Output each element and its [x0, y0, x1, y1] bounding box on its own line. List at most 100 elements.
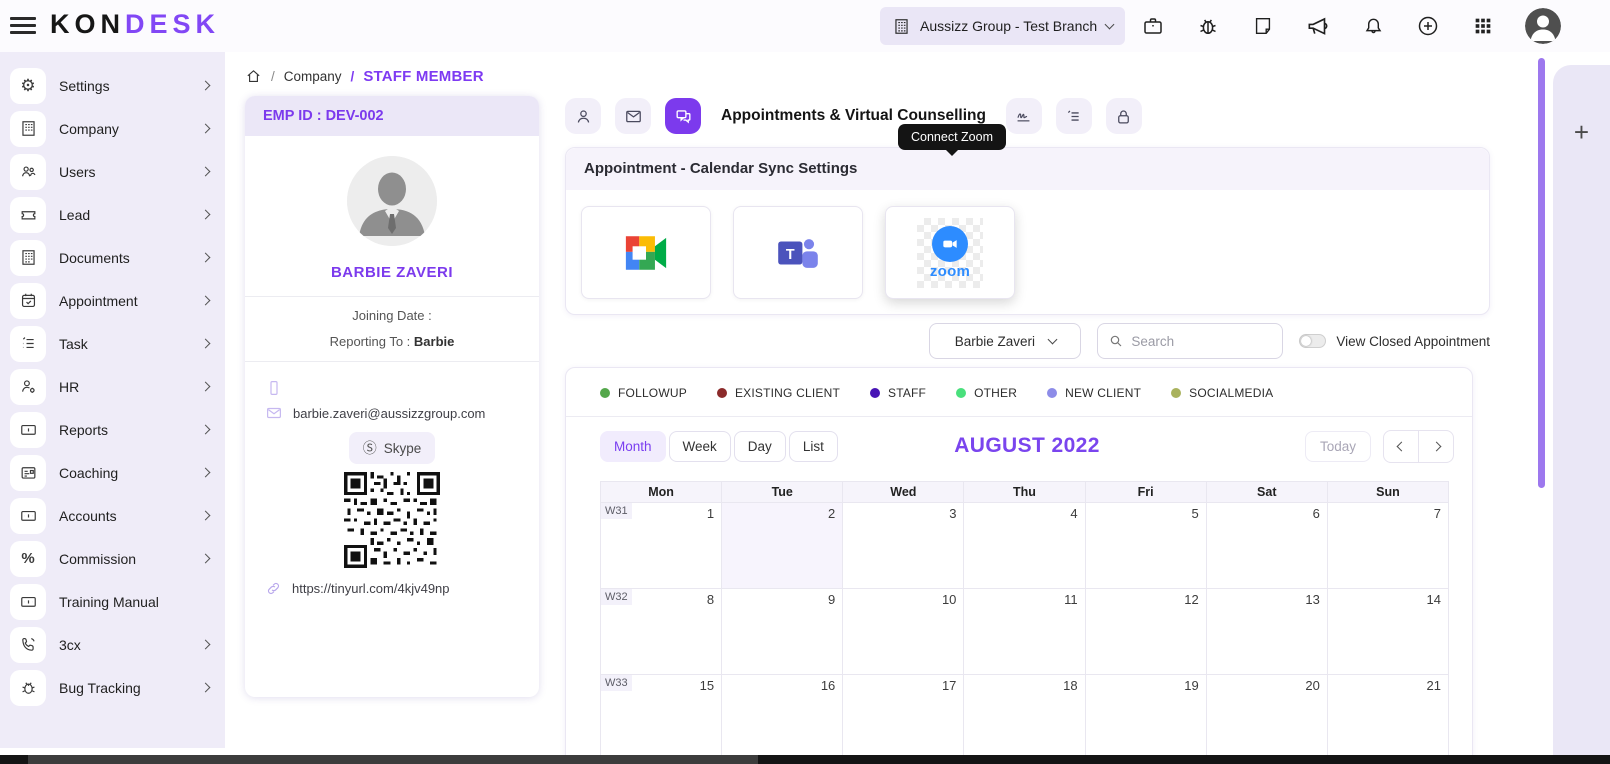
sidebar-item-3cx[interactable]: 3cx: [0, 623, 225, 666]
breadcrumb: / Company / STAFF MEMBER: [245, 68, 484, 85]
email-row[interactable]: barbie.zaveri@aussizzgroup.com: [265, 404, 539, 422]
briefcase-icon[interactable]: [1140, 13, 1166, 39]
week-number: W32: [601, 589, 632, 605]
chevron-right-icon: [200, 80, 211, 91]
calendar-day-cell[interactable]: 3: [842, 502, 965, 589]
user-avatar[interactable]: [1525, 8, 1561, 44]
today-button[interactable]: Today: [1304, 430, 1371, 462]
sidebar-item-task[interactable]: Task: [0, 322, 225, 365]
sidebar-item-company[interactable]: Company: [0, 107, 225, 150]
view-closed-toggle[interactable]: [1299, 334, 1327, 348]
calendar-day-cell[interactable]: 19: [1084, 674, 1207, 755]
tab-profile[interactable]: [565, 98, 601, 134]
sidebar-item-settings[interactable]: ⚙ Settings: [0, 64, 225, 107]
add-panel-button[interactable]: +: [1567, 117, 1597, 147]
horizontal-scrollbar[interactable]: [0, 755, 1610, 764]
search-box[interactable]: [1097, 323, 1284, 359]
legend-item: EXISTING CLIENT: [716, 386, 840, 400]
tab-mail[interactable]: [615, 98, 651, 134]
bell-icon[interactable]: [1360, 13, 1386, 39]
branch-selector[interactable]: Aussizz Group - Test Branch: [880, 7, 1126, 45]
sidebar-item-documents[interactable]: Documents: [0, 236, 225, 279]
settings-icon: ⚙: [10, 67, 46, 104]
tab-lock[interactable]: [1105, 98, 1142, 134]
home-icon[interactable]: [245, 68, 262, 85]
emp-id: EMP ID : DEV-002: [245, 96, 539, 136]
calendar-day-cell[interactable]: 13: [1205, 588, 1328, 675]
skype-icon: Ⓢ: [362, 440, 377, 456]
calendar-day-cell[interactable]: 20: [1205, 674, 1328, 755]
calendar-day-cell[interactable]: 14: [1326, 588, 1450, 675]
zoom-button[interactable]: zoom: [885, 206, 1015, 299]
calendar-day-cell[interactable]: W31 1: [599, 502, 723, 589]
sidebar-item-appointment[interactable]: Appointment: [0, 279, 225, 322]
sidebar-item-training-manual[interactable]: Training Manual: [0, 580, 225, 623]
vertical-scrollbar[interactable]: [1538, 58, 1545, 488]
staff-avatar: [347, 156, 437, 246]
reporting-to: Reporting To : Barbie: [329, 334, 455, 349]
prev-month-button[interactable]: [1383, 429, 1419, 463]
breadcrumb-company[interactable]: Company: [284, 69, 342, 84]
main-content: / Company / STAFF MEMBER EMP ID : DEV-00…: [225, 52, 1538, 755]
profile-link[interactable]: https://tinyurl.com/4kjv49np: [245, 580, 539, 597]
sidebar-item-commission[interactable]: % Commission: [0, 537, 225, 580]
sidebar-item-hr[interactable]: HR: [0, 365, 225, 408]
calendar-day-cell[interactable]: 12: [1084, 588, 1207, 675]
sidebar: ⚙ Settings Company Users Lead Documents …: [0, 52, 225, 748]
staff-select[interactable]: Barbie Zaveri: [929, 323, 1082, 359]
topbar: KONDESK Aussizz Group - Test Branch: [0, 0, 1610, 52]
sidebar-item-reports[interactable]: Reports: [0, 408, 225, 451]
tabs-title: Appointments & Virtual Counselling: [721, 107, 986, 124]
horizontal-scrollbar-thumb[interactable]: [28, 755, 758, 764]
calendar-day-cell[interactable]: 16: [721, 674, 844, 755]
legend-dot: [956, 388, 967, 398]
next-month-button[interactable]: [1418, 429, 1454, 463]
calendar-day-cell[interactable]: 11: [963, 588, 1086, 675]
calendar-day-cell[interactable]: W33 15: [599, 674, 723, 755]
training-manual-icon: [10, 583, 46, 620]
skype-button[interactable]: Ⓢ Skype: [348, 432, 436, 464]
hamburger-menu-icon[interactable]: [10, 17, 36, 35]
tab-tasks[interactable]: [1055, 98, 1092, 134]
calendar-grid: Mon Tue Wed Thu Fri Sat Sun W311 2 3 4: [599, 481, 1450, 755]
topbar-icons: [1140, 8, 1561, 44]
calendar-day-cell[interactable]: 5: [1084, 502, 1207, 589]
google-meet-button[interactable]: [581, 206, 711, 299]
tab-appointments[interactable]: [665, 98, 701, 134]
calendar-day-cell[interactable]: 10: [842, 588, 965, 675]
plus-circle-icon[interactable]: [1415, 13, 1441, 39]
calendar-day-cell[interactable]: 6: [1205, 502, 1328, 589]
search-input[interactable]: [1131, 333, 1262, 349]
apps-grid-icon[interactable]: [1470, 13, 1496, 39]
google-meet-icon: [623, 234, 669, 272]
sidebar-item-users[interactable]: Users: [0, 150, 225, 193]
calendar-day-cell[interactable]: 4: [963, 502, 1086, 589]
search-icon: [1108, 333, 1124, 349]
calendar-legend: FOLLOWUP EXISTING CLIENT STAFF OTHER NEW…: [566, 368, 1472, 400]
calendar-day-cell[interactable]: 21: [1326, 674, 1450, 755]
sidebar-item-coaching[interactable]: Coaching: [0, 451, 225, 494]
sidebar-item-bug-tracking[interactable]: Bug Tracking: [0, 666, 225, 709]
chevron-down-icon: [1104, 19, 1115, 29]
calendar-day-cell[interactable]: 17: [842, 674, 965, 755]
calendar-day-cell[interactable]: 18: [963, 674, 1086, 755]
building-icon: [892, 17, 911, 36]
phone-icon: [10, 626, 46, 663]
megaphone-icon[interactable]: [1305, 13, 1331, 39]
calendar-day-cell[interactable]: 9: [721, 588, 844, 675]
view-week-button[interactable]: Week: [668, 430, 731, 462]
view-list-button[interactable]: List: [788, 430, 838, 462]
calendar-day-cell[interactable]: W32 8: [599, 588, 723, 675]
day-header: Tue: [721, 481, 844, 503]
calendar-day-cell[interactable]: 2: [721, 502, 844, 589]
sidebar-item-accounts[interactable]: Accounts: [0, 494, 225, 537]
view-month-button[interactable]: Month: [600, 430, 666, 462]
sidebar-item-lead[interactable]: Lead: [0, 193, 225, 236]
microsoft-teams-button[interactable]: T: [733, 206, 863, 299]
view-day-button[interactable]: Day: [733, 430, 786, 462]
calendar-day-cell[interactable]: 7: [1326, 502, 1450, 589]
tab-signature[interactable]: [1005, 98, 1042, 134]
bug-icon[interactable]: [1195, 13, 1221, 39]
note-icon[interactable]: [1250, 13, 1276, 39]
hr-icon: [10, 368, 46, 405]
